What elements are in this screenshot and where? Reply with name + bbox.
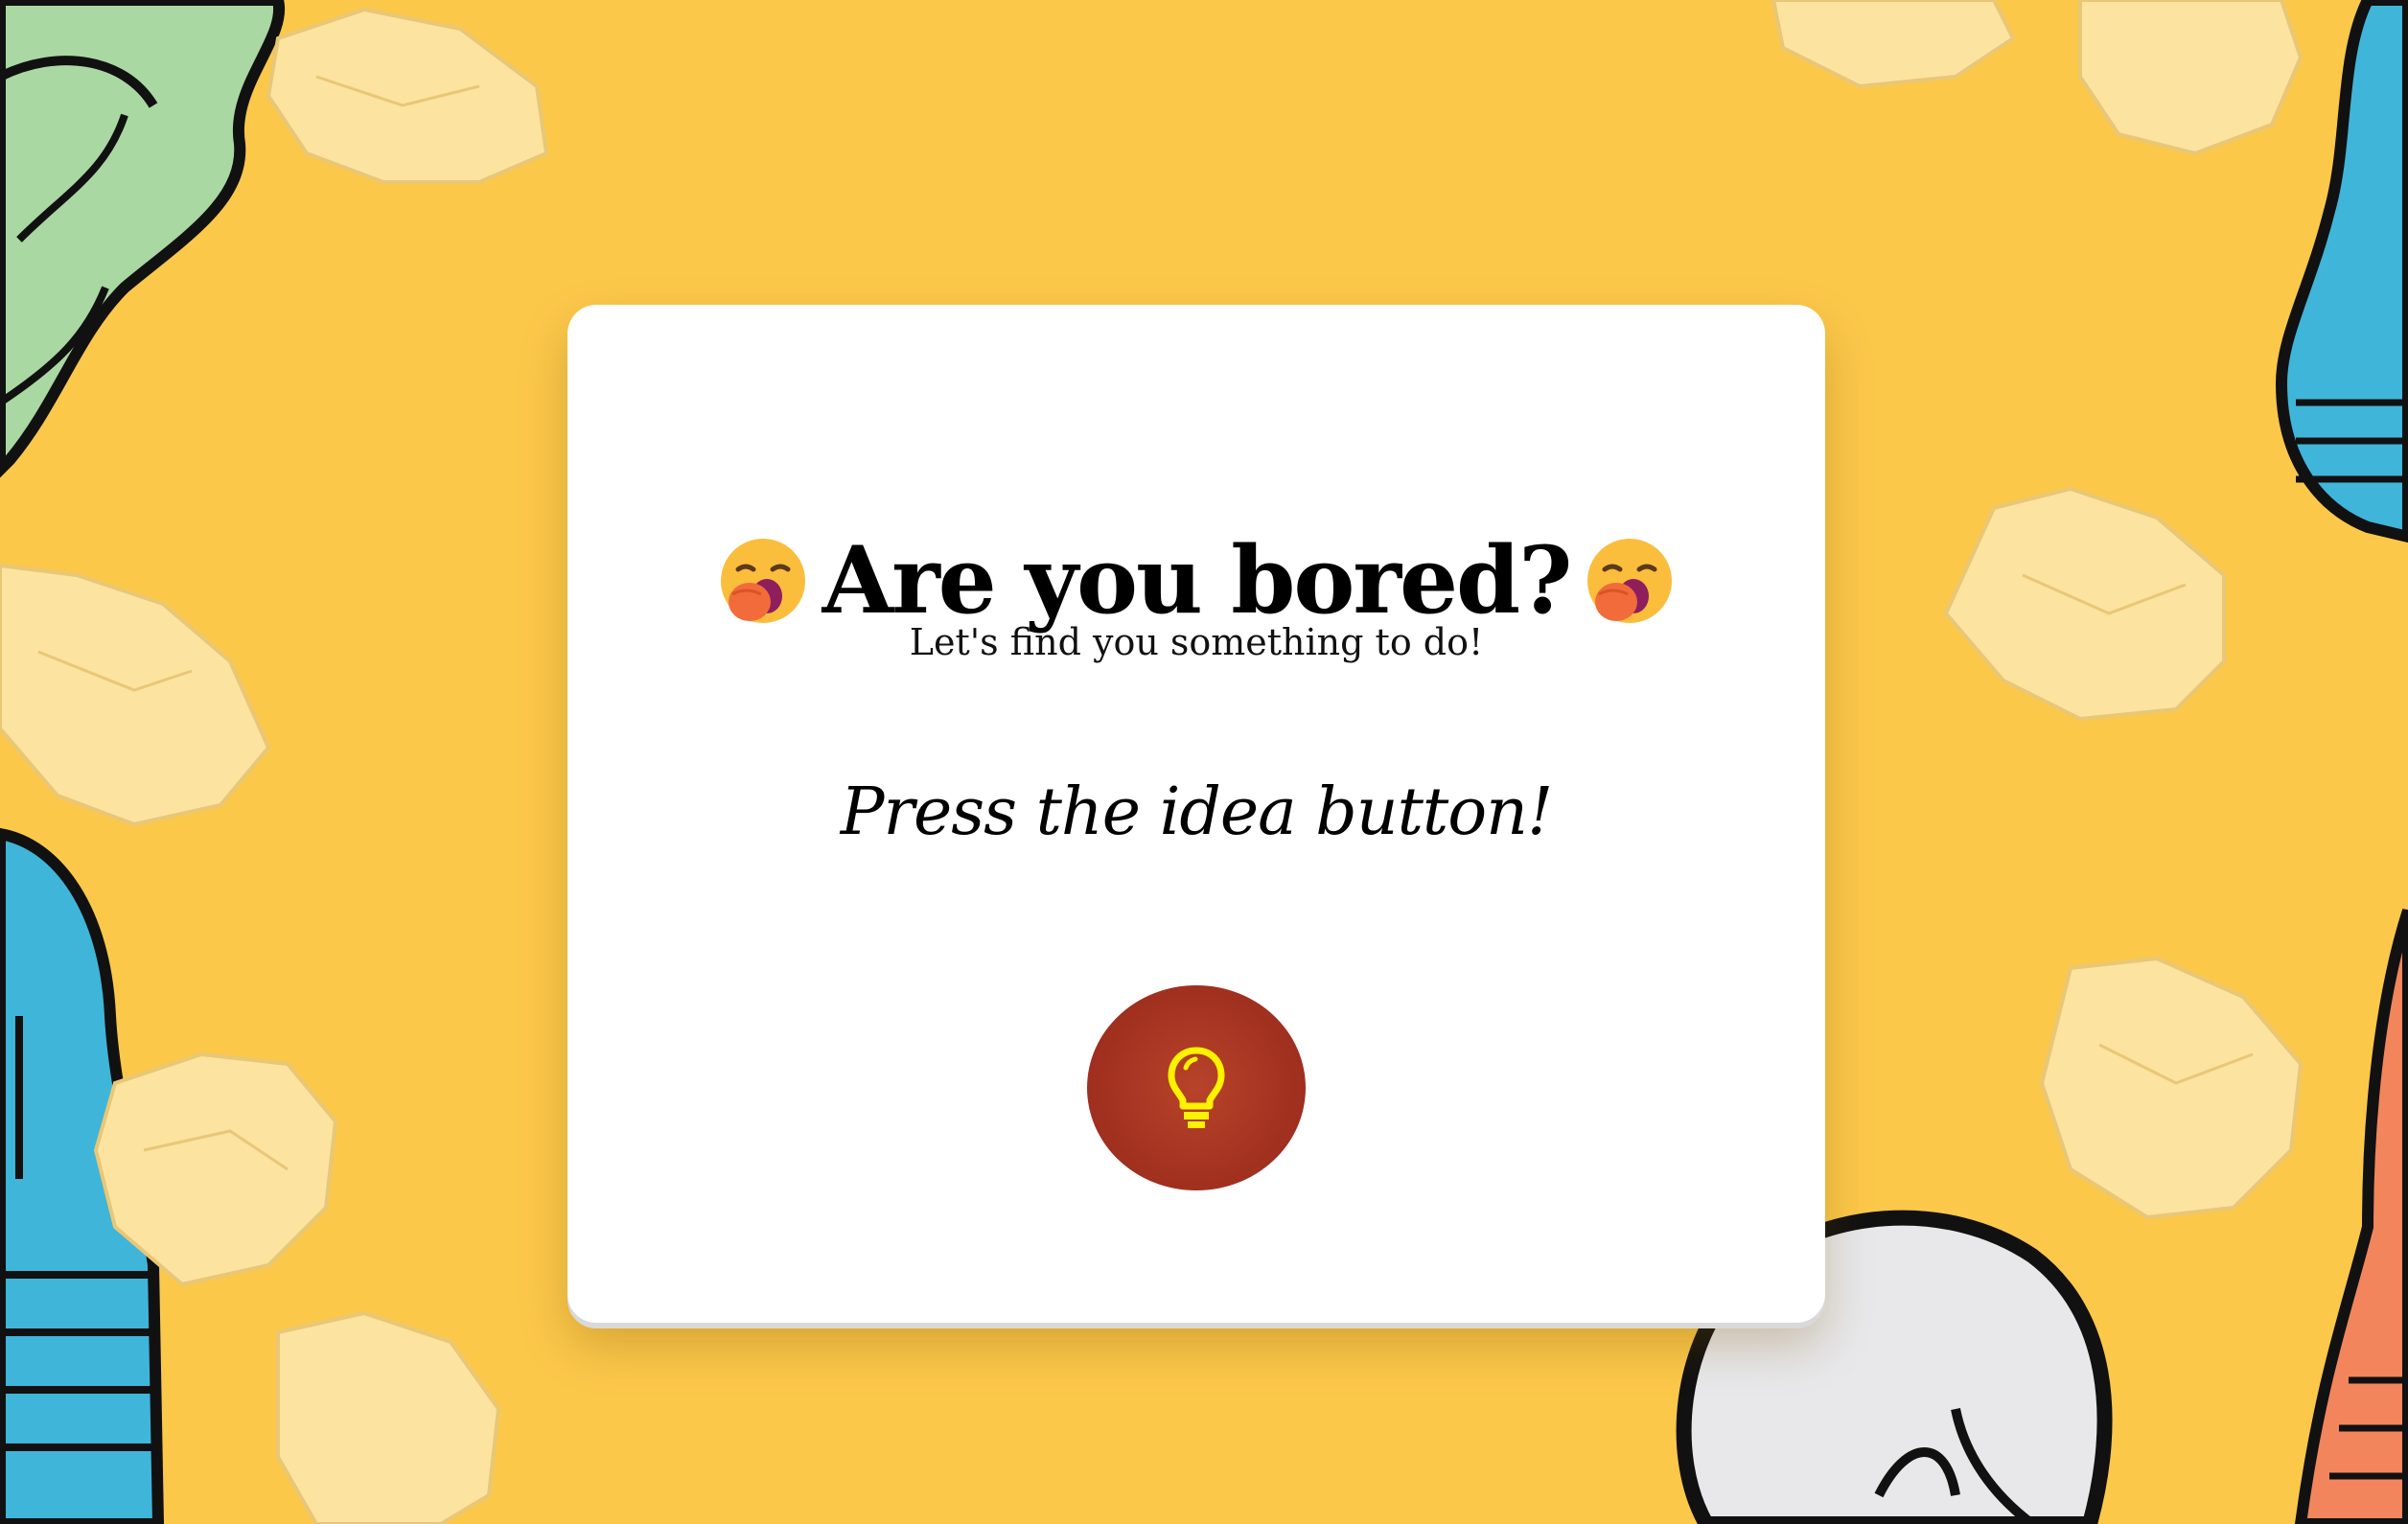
idea-button[interactable] <box>1087 985 1306 1190</box>
activity-card: Are you bored? Let's find you something … <box>567 305 1825 1323</box>
yawning-face-icon <box>1587 539 1673 623</box>
subtitle: Let's find you something to do! <box>909 621 1484 663</box>
lightbulb-icon <box>1168 1047 1225 1128</box>
idea-prompt: Press the idea button! <box>840 774 1554 850</box>
yawning-face-icon <box>720 539 805 623</box>
page-title: Are you bored? <box>822 526 1573 635</box>
